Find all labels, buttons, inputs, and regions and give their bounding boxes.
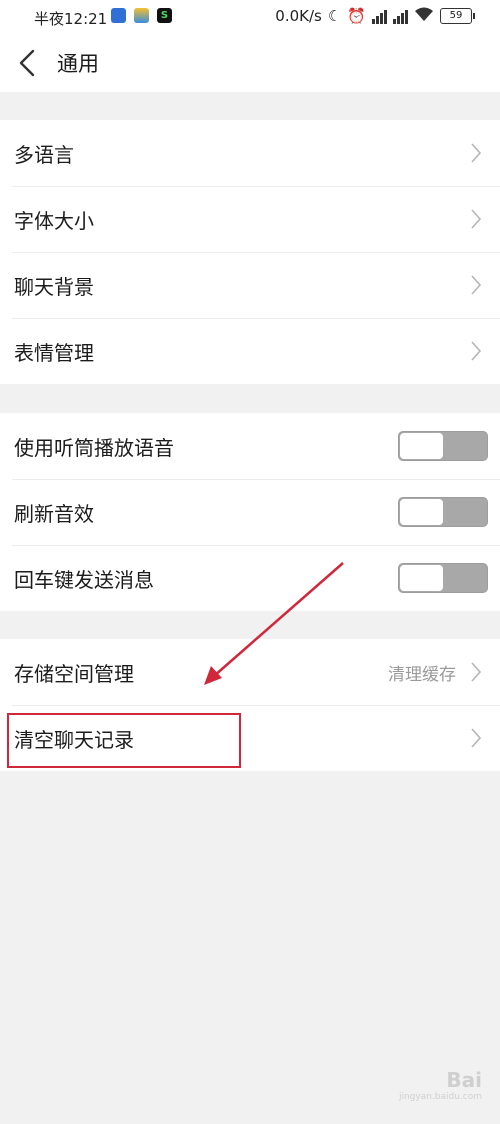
settings-row-language[interactable]: 多语言 xyxy=(0,120,500,186)
notification-icons: S xyxy=(111,8,172,23)
settings-group-general: 多语言 字体大小 聊天背景 表情管理 xyxy=(0,120,500,384)
refresh-sound-toggle[interactable] xyxy=(398,497,488,527)
row-label: 字体大小 xyxy=(14,208,94,233)
row-label: 聊天背景 xyxy=(14,274,94,299)
earpiece-playback-toggle[interactable] xyxy=(398,431,488,461)
chevron-right-icon xyxy=(471,275,482,295)
row-label: 表情管理 xyxy=(14,340,94,365)
signal-1-icon xyxy=(372,8,387,24)
toggle-knob xyxy=(400,499,443,525)
network-speed: 0.0K/s xyxy=(275,7,322,25)
status-bar: 半夜12:21 S 0.0K/s ☾ ⏰ 59 xyxy=(0,0,500,34)
weather-notification-icon xyxy=(134,8,149,23)
battery-icon: 59 xyxy=(440,8,475,24)
toggle-knob xyxy=(400,433,443,459)
chevron-right-icon xyxy=(471,143,482,163)
moon-icon: ☾ xyxy=(327,7,342,25)
watermark-subtext: jingyan.baidu.com xyxy=(398,1092,482,1102)
row-label: 存储空间管理 xyxy=(14,661,134,686)
alarm-icon: ⏰ xyxy=(347,7,366,25)
row-label: 使用听筒播放语音 xyxy=(14,435,174,460)
highlight-box xyxy=(7,713,241,768)
page-title: 通用 xyxy=(57,52,99,76)
settings-row-enter-to-send: 回车键发送消息 xyxy=(0,545,500,611)
settings-group-sound: 使用听筒播放语音 刷新音效 回车键发送消息 xyxy=(0,413,500,611)
settings-row-storage-management[interactable]: 存储空间管理 清理缓存 xyxy=(0,639,500,705)
wifi-icon xyxy=(414,6,434,26)
settings-row-font-size[interactable]: 字体大小 xyxy=(0,186,500,252)
enter-to-send-toggle[interactable] xyxy=(398,563,488,593)
settings-row-refresh-sound: 刷新音效 xyxy=(0,479,500,545)
baidu-watermark: Bai jingyan.baidu.com xyxy=(399,1070,482,1102)
row-label: 刷新音效 xyxy=(14,501,94,526)
chevron-right-icon xyxy=(471,209,482,229)
status-time: 半夜12:21 xyxy=(34,10,108,28)
settings-row-emoji-management[interactable]: 表情管理 xyxy=(0,318,500,384)
top-app-bar: 通用 xyxy=(0,34,500,92)
settings-row-chat-background[interactable]: 聊天背景 xyxy=(0,252,500,318)
chevron-right-icon xyxy=(471,341,482,361)
app-s-notification-icon: S xyxy=(157,8,172,23)
back-arrow-icon[interactable] xyxy=(16,48,40,78)
app-notification-icon xyxy=(111,8,126,23)
watermark-text: Bai xyxy=(446,1068,482,1092)
chevron-right-icon xyxy=(471,728,482,748)
clear-cache-value: 清理缓存 xyxy=(388,664,456,685)
row-label: 多语言 xyxy=(14,142,74,167)
settings-row-earpiece-playback: 使用听筒播放语音 xyxy=(0,413,500,479)
toggle-knob xyxy=(400,565,443,591)
signal-2-icon xyxy=(393,8,408,24)
chevron-right-icon xyxy=(471,662,482,682)
row-label: 回车键发送消息 xyxy=(14,567,154,592)
